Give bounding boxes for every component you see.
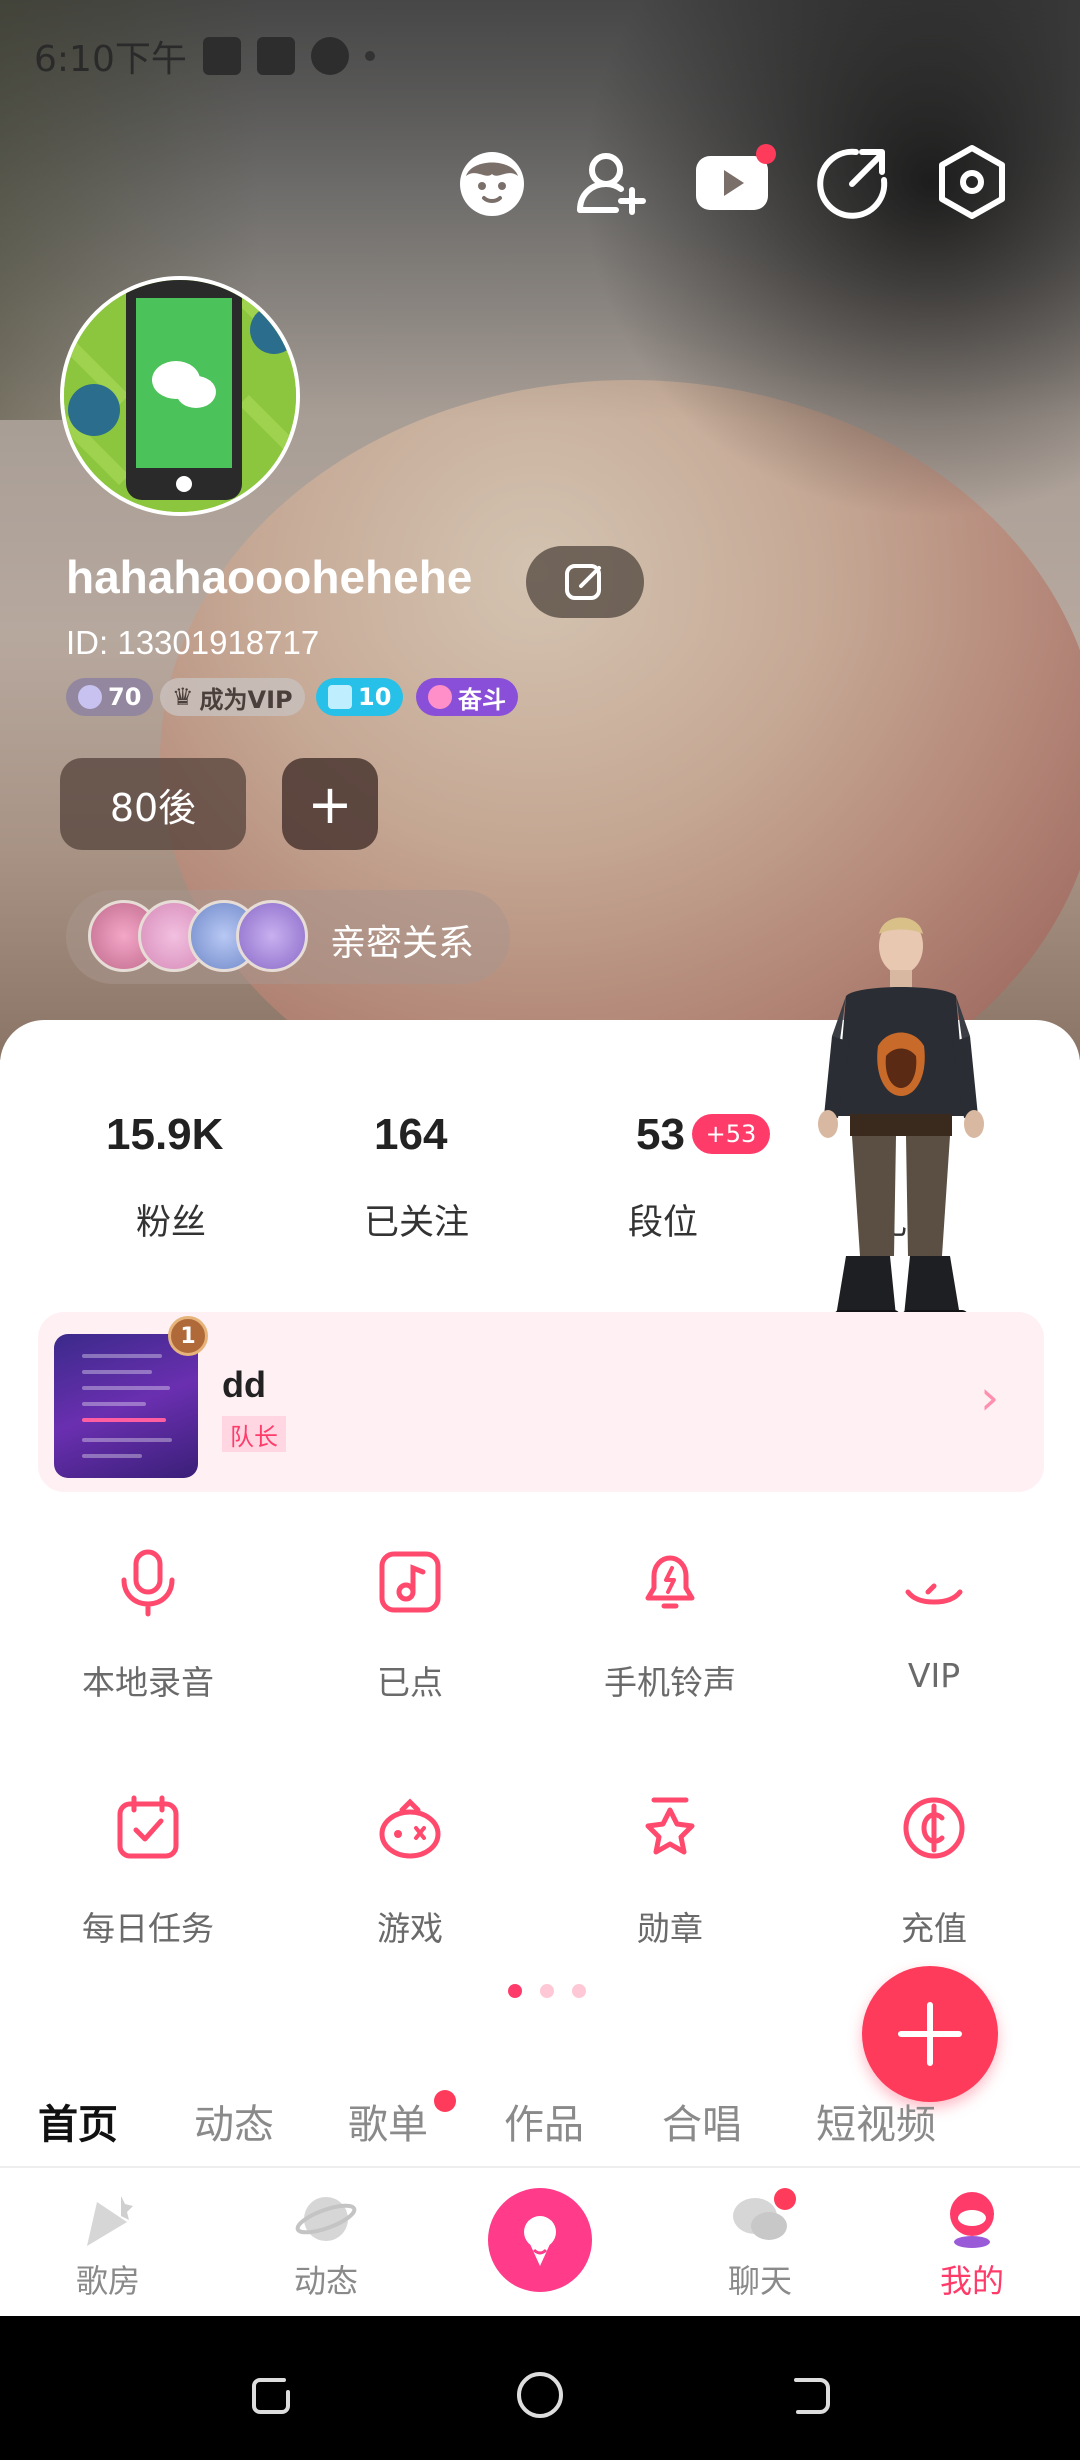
rank-icon bbox=[428, 685, 452, 709]
recharge-button[interactable]: 充值 bbox=[824, 1792, 1044, 1972]
nav-song-room-label: 歌房 bbox=[75, 2262, 140, 2300]
video-icon[interactable] bbox=[690, 140, 776, 224]
intimate-relationship-button[interactable]: 亲密关系 bbox=[66, 890, 510, 984]
vip-button[interactable]: VIP bbox=[824, 1546, 1044, 1726]
game-icon bbox=[379, 1798, 441, 1859]
intimate-label: 亲密关系 bbox=[330, 923, 475, 964]
recharge-label: 充值 bbox=[901, 1909, 967, 1948]
nav-me-label: 我的 bbox=[939, 2262, 1004, 2300]
settings-icon[interactable] bbox=[930, 140, 1014, 224]
create-button[interactable] bbox=[862, 1966, 998, 2102]
page-indicator-dot bbox=[508, 1984, 522, 1998]
chevron-right-icon: › bbox=[980, 1370, 1000, 1426]
group-rank-badge: 1 bbox=[168, 1316, 208, 1356]
local-recording-button[interactable]: 本地录音 bbox=[38, 1546, 258, 1726]
share-icon[interactable] bbox=[810, 140, 894, 224]
nav-chat[interactable]: 聊天 bbox=[690, 2188, 830, 2308]
tab-playlist[interactable]: 歌单 bbox=[348, 2092, 428, 2150]
nav-chat-label: 聊天 bbox=[727, 2262, 792, 2300]
avatar-character[interactable] bbox=[816, 906, 986, 1346]
ordered-songs-button[interactable]: 已点 bbox=[300, 1546, 520, 1726]
nav-feed[interactable]: 动态 bbox=[256, 2188, 396, 2308]
vip-icon bbox=[905, 1583, 963, 1605]
fans-label: 粉丝 bbox=[136, 1203, 207, 1243]
username: hahahaooohehehe bbox=[66, 551, 473, 603]
add-friend-icon[interactable] bbox=[570, 140, 654, 224]
app-notification-icon bbox=[310, 37, 349, 75]
following-label: 已关注 bbox=[364, 1203, 470, 1243]
local-recording-label: 本地录音 bbox=[82, 1663, 214, 1702]
ordered-songs-label: 已点 bbox=[377, 1663, 443, 1702]
diamond-icon bbox=[78, 685, 102, 709]
group-role-tag: 队长 bbox=[222, 1416, 286, 1452]
crown-icon: ♛ bbox=[172, 683, 194, 711]
edit-profile-button[interactable] bbox=[526, 546, 644, 618]
notification-icon bbox=[256, 37, 295, 75]
daily-tasks-label: 每日任务 bbox=[82, 1909, 214, 1948]
games-button[interactable]: 游戏 bbox=[300, 1792, 520, 1972]
avatar[interactable] bbox=[60, 276, 300, 516]
status-time: 6:10下午 bbox=[34, 39, 187, 80]
medal-icon bbox=[645, 1797, 695, 1855]
sing-button[interactable] bbox=[488, 2188, 592, 2292]
rank-count[interactable]: 53 bbox=[636, 1110, 685, 1160]
gem-icon bbox=[328, 685, 352, 709]
medals-label: 勋章 bbox=[637, 1909, 703, 1948]
nav-feed-label: 动态 bbox=[293, 2262, 358, 2300]
daily-tasks-button[interactable]: 每日任务 bbox=[38, 1792, 258, 1972]
song-room-icon bbox=[87, 2196, 133, 2246]
chat-notification-dot bbox=[774, 2188, 796, 2210]
rank-delta-badge: +53 bbox=[692, 1114, 770, 1154]
back-icon[interactable] bbox=[786, 2370, 836, 2420]
coin-icon bbox=[903, 1797, 965, 1859]
tab-chorus[interactable]: 合唱 bbox=[662, 2092, 742, 2150]
tab-short-video[interactable]: 短视频 bbox=[816, 2092, 936, 2150]
level-badge[interactable]: 70 bbox=[66, 678, 154, 716]
vip-label: VIP bbox=[907, 1656, 961, 1695]
user-id: ID: 13301918717 bbox=[66, 624, 320, 661]
home-icon[interactable] bbox=[515, 2370, 565, 2420]
group-banner[interactable]: 1 dd 队长 › bbox=[38, 1312, 1044, 1492]
tag-80s[interactable]: 80後 bbox=[60, 758, 246, 850]
recent-apps-icon[interactable] bbox=[246, 2370, 296, 2420]
following-count[interactable]: 164 bbox=[374, 1110, 447, 1160]
fans-count[interactable]: 15.9K bbox=[106, 1110, 223, 1160]
me-icon bbox=[950, 2192, 994, 2248]
vip-badge[interactable]: ♛ 成为VIP bbox=[160, 678, 305, 716]
tab-home[interactable]: 首页 bbox=[38, 2092, 118, 2150]
plus-icon bbox=[898, 2002, 962, 2066]
bell-icon bbox=[645, 1555, 695, 1609]
playlist-notification-dot bbox=[434, 2090, 456, 2112]
group-name: dd bbox=[222, 1364, 266, 1405]
nav-song-room[interactable]: 歌房 bbox=[38, 2188, 178, 2308]
tab-feed[interactable]: 动态 bbox=[194, 2092, 274, 2150]
calendar-check-icon bbox=[117, 1795, 179, 1859]
notification-icon bbox=[202, 37, 241, 75]
more-notifications-icon bbox=[364, 51, 375, 61]
microphone-icon bbox=[121, 1549, 175, 1617]
microphone-icon bbox=[524, 2216, 556, 2266]
nav-me[interactable]: 我的 bbox=[902, 2188, 1042, 2308]
tab-works[interactable]: 作品 bbox=[504, 2092, 584, 2150]
diamond-badge[interactable]: 10 bbox=[316, 678, 404, 716]
page-indicator-dot bbox=[540, 1984, 554, 1998]
medals-button[interactable]: 勋章 bbox=[560, 1792, 780, 1972]
face-icon[interactable] bbox=[450, 140, 534, 224]
add-tag-button[interactable]: + bbox=[282, 758, 378, 850]
relationship-avatar bbox=[236, 900, 308, 972]
games-label: 游戏 bbox=[377, 1909, 443, 1948]
ringtone-label: 手机铃声 bbox=[604, 1663, 736, 1702]
page-indicator-dot bbox=[572, 1984, 586, 1998]
video-notification-dot bbox=[756, 144, 776, 164]
ringtone-button[interactable]: 手机铃声 bbox=[560, 1546, 780, 1726]
rank-label: 段位 bbox=[628, 1203, 699, 1243]
planet-icon bbox=[295, 2197, 357, 2241]
edit-icon bbox=[565, 564, 601, 600]
status-bar: 6:10下午 bbox=[34, 28, 375, 84]
group-thumbnail bbox=[54, 1334, 198, 1478]
music-note-icon bbox=[379, 1551, 441, 1613]
rank-badge[interactable]: 奋斗 bbox=[416, 678, 518, 716]
